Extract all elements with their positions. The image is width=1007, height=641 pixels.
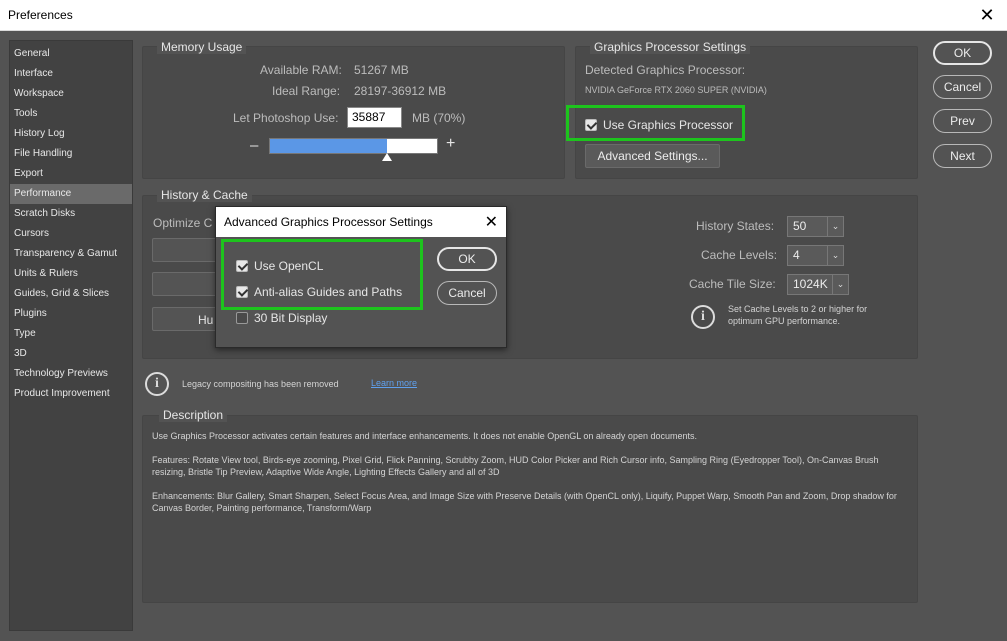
available-ram-value: 51267 MB xyxy=(354,63,409,77)
sidebar-item-interface[interactable]: Interface xyxy=(10,64,132,84)
cache-levels-select[interactable]: 4 ⌄ xyxy=(787,245,844,266)
sidebar-item-type[interactable]: Type xyxy=(10,324,132,344)
detected-gpu-label: Detected Graphics Processor: xyxy=(585,63,746,77)
gpu-settings-title: Graphics Processor Settings xyxy=(590,40,751,54)
next-button[interactable]: Next xyxy=(933,144,992,168)
memory-use-unit: MB (70%) xyxy=(412,111,466,125)
description-paragraph-2: Features: Rotate View tool, Birds-eye zo… xyxy=(152,455,879,477)
ideal-range-value: 28197-36912 MB xyxy=(354,84,447,98)
sidebar-item-product-improvement[interactable]: Product Improvement xyxy=(10,384,132,404)
memory-plus-icon[interactable]: + xyxy=(446,135,455,153)
description-title: Description xyxy=(159,408,228,422)
optimize-cache-label: Optimize C xyxy=(153,216,213,230)
sidebar-item-technology-previews[interactable]: Technology Previews xyxy=(10,364,132,384)
close-icon[interactable]: ✕ xyxy=(967,0,1007,31)
advanced-gpu-dialog: Advanced Graphics Processor Settings ✕ U… xyxy=(215,206,507,348)
history-states-value: 50 xyxy=(793,219,807,233)
cache-levels-label: Cache Levels: xyxy=(701,248,778,262)
memory-slider-fill xyxy=(270,139,387,153)
sidebar: General Interface Workspace Tools Histor… xyxy=(9,40,133,631)
memory-minus-icon[interactable]: – xyxy=(250,137,258,154)
description-paragraph-1: Use Graphics Processor activates certain… xyxy=(152,431,697,441)
title-bar: Preferences ✕ xyxy=(0,0,1007,31)
memory-use-label: Let Photoshop Use: xyxy=(233,111,339,125)
ok-button[interactable]: OK xyxy=(933,41,992,65)
use-opencl-checkbox[interactable] xyxy=(236,260,248,272)
chevron-down-icon: ⌄ xyxy=(832,275,848,294)
sidebar-item-scratch-disks[interactable]: Scratch Disks xyxy=(10,204,132,224)
sidebar-item-export[interactable]: Export xyxy=(10,164,132,184)
info-icon: i xyxy=(145,372,169,396)
sidebar-item-units-rulers[interactable]: Units & Rulers xyxy=(10,264,132,284)
cache-tile-size-label: Cache Tile Size: xyxy=(689,277,776,291)
anti-alias-checkbox[interactable] xyxy=(236,286,248,298)
window-title: Preferences xyxy=(8,8,73,22)
sidebar-item-file-handling[interactable]: File Handling xyxy=(10,144,132,164)
cache-tile-size-value: 1024K xyxy=(793,277,828,291)
sidebar-item-history-log[interactable]: History Log xyxy=(10,124,132,144)
cache-levels-value: 4 xyxy=(793,248,800,262)
info-icon: i xyxy=(691,305,715,329)
sidebar-item-plugins[interactable]: Plugins xyxy=(10,304,132,324)
prev-button[interactable]: Prev xyxy=(933,109,992,133)
history-states-select[interactable]: 50 ⌄ xyxy=(787,216,844,237)
30-bit-display-checkbox[interactable] xyxy=(236,312,248,324)
ideal-range-label: Ideal Range: xyxy=(272,84,341,98)
sidebar-item-cursors[interactable]: Cursors xyxy=(10,224,132,244)
available-ram-label: Available RAM: xyxy=(260,63,342,77)
sidebar-item-transparency-gamut[interactable]: Transparency & Gamut xyxy=(10,244,132,264)
memory-usage-title: Memory Usage xyxy=(157,40,247,54)
history-states-label: History States: xyxy=(696,219,775,233)
detected-gpu-value: NVIDIA GeForce RTX 2060 SUPER (NVIDIA) xyxy=(585,85,767,95)
description-paragraph-3: Enhancements: Blur Gallery, Smart Sharpe… xyxy=(152,491,897,513)
memory-slider[interactable] xyxy=(269,138,438,161)
sidebar-item-3d[interactable]: 3D xyxy=(10,344,132,364)
use-opencl-label: Use OpenCL xyxy=(254,259,324,273)
dialog-cancel-button[interactable]: Cancel xyxy=(437,281,497,305)
anti-alias-label: Anti-alias Guides and Paths xyxy=(254,285,403,299)
advanced-settings-button[interactable]: Advanced Settings... xyxy=(585,144,720,168)
30-bit-display-label: 30 Bit Display xyxy=(254,311,328,325)
sidebar-item-workspace[interactable]: Workspace xyxy=(10,84,132,104)
cancel-button[interactable]: Cancel xyxy=(933,75,992,99)
advanced-gpu-dialog-title: Advanced Graphics Processor Settings xyxy=(224,215,433,229)
sidebar-item-tools[interactable]: Tools xyxy=(10,104,132,124)
cache-levels-tip: Set Cache Levels to 2 or higher for opti… xyxy=(728,304,868,326)
cache-preset-button-3-label: Hu xyxy=(198,313,214,327)
sidebar-item-performance[interactable]: Performance xyxy=(10,184,132,204)
memory-use-input[interactable]: 35887 xyxy=(347,107,402,128)
dialog-options-highlight xyxy=(221,239,423,310)
dialog-ok-button[interactable]: OK xyxy=(437,247,497,271)
learn-more-link[interactable]: Learn more xyxy=(371,378,417,388)
use-gpu-checkbox[interactable] xyxy=(585,119,597,131)
use-gpu-label: Use Graphics Processor xyxy=(603,118,734,132)
history-cache-title: History & Cache xyxy=(157,188,252,202)
sidebar-item-general[interactable]: General xyxy=(10,44,132,64)
cache-tile-size-select[interactable]: 1024K ⌄ xyxy=(787,274,849,295)
chevron-down-icon: ⌄ xyxy=(827,217,843,236)
memory-slider-thumb[interactable] xyxy=(381,153,392,161)
advanced-gpu-dialog-titlebar: Advanced Graphics Processor Settings ✕ xyxy=(216,207,506,237)
chevron-down-icon: ⌄ xyxy=(827,246,843,265)
close-icon[interactable]: ✕ xyxy=(485,212,498,232)
sidebar-item-guides-grid-slices[interactable]: Guides, Grid & Slices xyxy=(10,284,132,304)
legacy-compositing-text: Legacy compositing has been removed xyxy=(182,379,339,389)
